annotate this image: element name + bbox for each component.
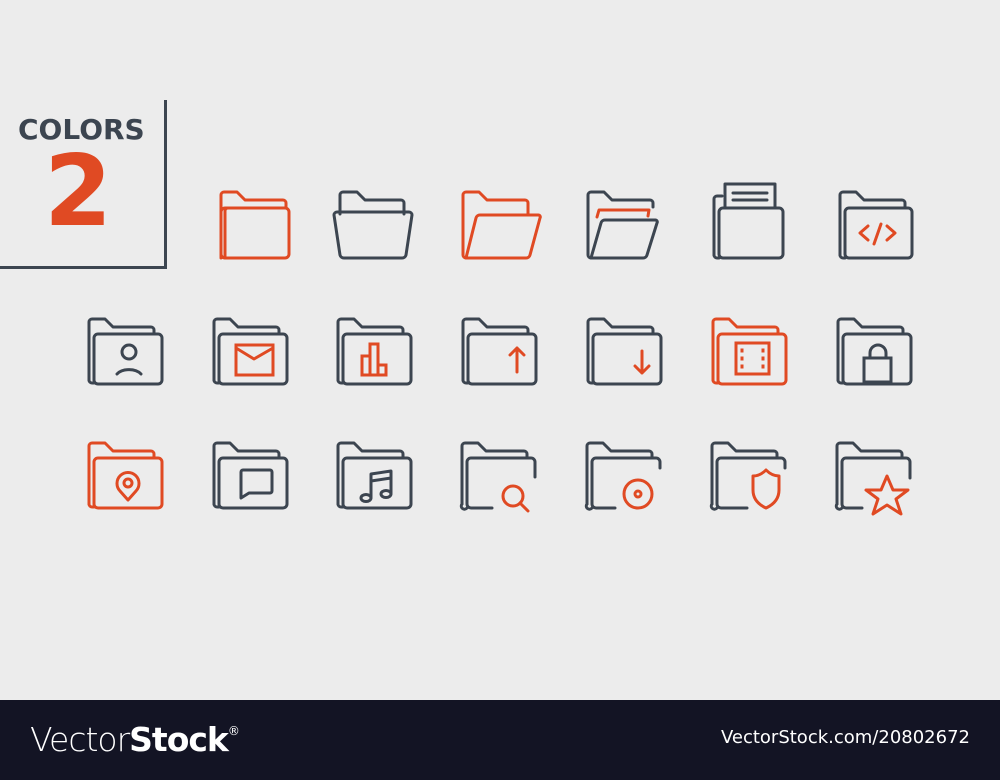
folder-open-icon [456, 182, 542, 266]
folder-download-icon [583, 308, 667, 392]
folder-chat-icon [209, 432, 293, 516]
logo-text-thin: Vector [30, 720, 130, 759]
folder-upload-icon [458, 308, 542, 392]
folder-mail-icon [209, 308, 293, 392]
folder-open-box-icon [332, 182, 416, 266]
folder-icon [209, 182, 293, 266]
registered-mark: ® [227, 724, 240, 738]
folder-open-files-icon [581, 182, 665, 266]
logo-text-bold: Stock [129, 720, 229, 759]
folder-music-icon [333, 432, 417, 516]
image-url: VectorStock.com/20802672 [720, 727, 970, 748]
badge-number: 2 [44, 135, 113, 249]
badge-horizontal-border [0, 266, 167, 269]
folder-disc-icon [582, 432, 666, 516]
badge-vertical-border [164, 100, 167, 269]
folder-search-icon [457, 432, 541, 516]
footer-bar: VectorStock® VectorStock.com/20802672 [0, 700, 1000, 780]
folder-code-icon [832, 182, 916, 266]
folder-location-icon [84, 432, 168, 516]
folder-document-icon [706, 182, 790, 266]
colors-badge: COLORS 2 [0, 100, 167, 269]
folder-video-icon [708, 308, 792, 392]
folder-shield-icon [707, 432, 791, 516]
folder-lock-icon [833, 308, 917, 392]
folder-chart-icon [333, 308, 417, 392]
folder-star-icon [832, 432, 916, 516]
vectorstock-logo: VectorStock® [30, 720, 240, 759]
folder-user-icon [84, 308, 168, 392]
